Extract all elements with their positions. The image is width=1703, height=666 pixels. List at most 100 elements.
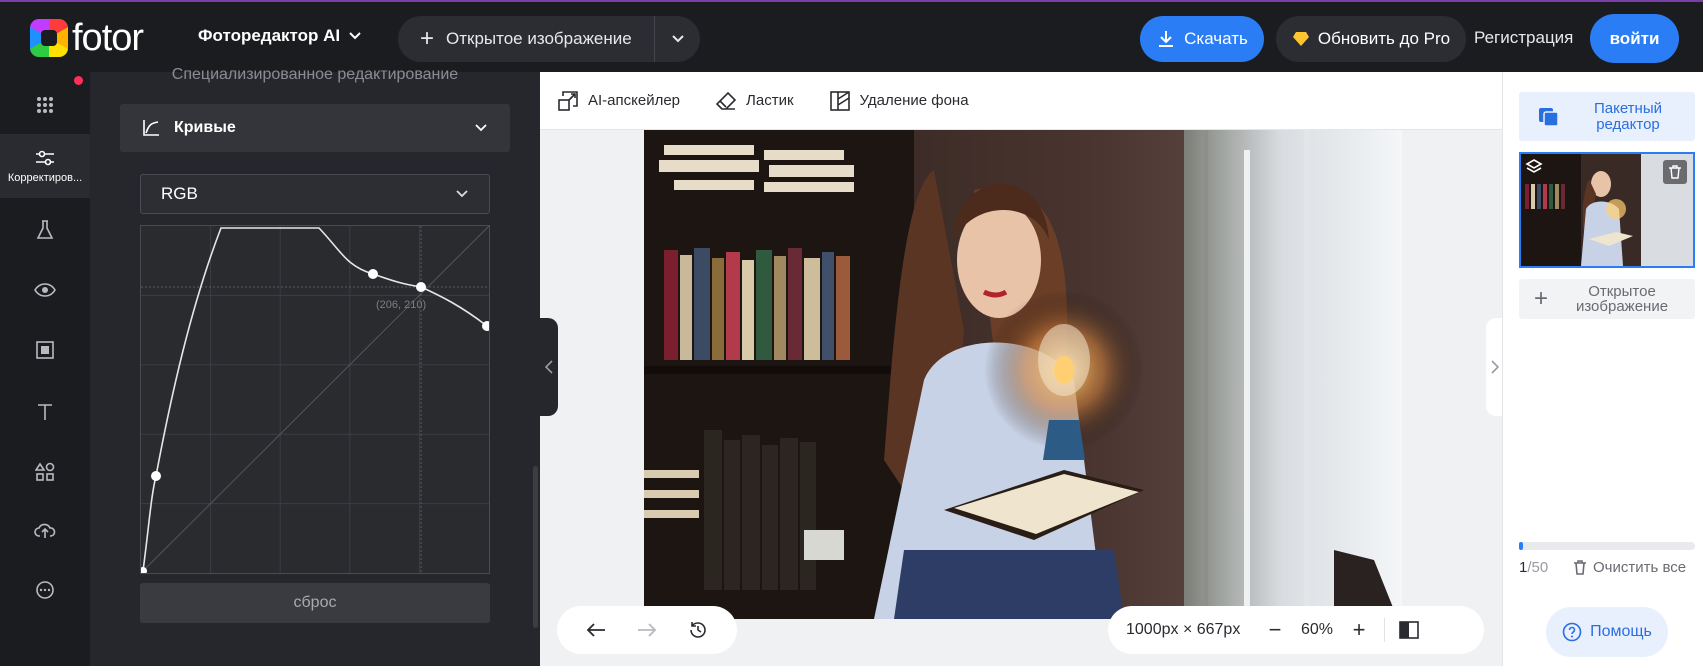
register-link[interactable]: Регистрация — [1474, 28, 1573, 48]
layers-icon — [1525, 159, 1543, 173]
batch-editor-button[interactable]: Пакетный редактор — [1519, 92, 1695, 141]
bg-remove-icon — [829, 90, 850, 111]
plus-icon: + — [1533, 285, 1548, 312]
bg-remove-tool[interactable]: Удаление фона — [829, 90, 969, 111]
image-count: 1/50 — [1519, 559, 1548, 576]
chevron-right-icon — [1491, 360, 1499, 374]
diamond-icon — [1292, 32, 1309, 46]
delete-thumbnail-button[interactable] — [1663, 160, 1687, 184]
flask-effects-icon — [36, 220, 54, 239]
download-button[interactable]: Скачать — [1140, 16, 1264, 62]
zoom-level[interactable]: 60% — [1286, 621, 1348, 639]
clear-all-label: Очистить все — [1593, 559, 1687, 576]
reset-button[interactable]: сброс — [140, 583, 490, 623]
open-image-dropdown[interactable] — [654, 16, 700, 62]
elements-icon — [35, 462, 55, 481]
top-bar: fotor Фоторедактор AI + Открытое изображ… — [0, 0, 1703, 72]
trash-icon — [1574, 560, 1586, 575]
image-count-total: /50 — [1527, 559, 1549, 576]
login-label: войти — [1609, 28, 1660, 48]
image-thumbnail[interactable] — [1519, 152, 1695, 268]
left-nav: Корректиров... — [0, 72, 90, 666]
panel-subtitle: Специализированное редактирование — [171, 66, 459, 83]
nav-beauty[interactable] — [0, 262, 90, 318]
redo-icon[interactable] — [637, 622, 657, 638]
add-image-button[interactable]: + Открытое изображение — [1519, 279, 1695, 319]
clear-all-button[interactable]: Очистить все — [1573, 559, 1686, 576]
open-image-label: Открытое изображение — [446, 29, 632, 48]
progress-fill — [1519, 542, 1523, 550]
more-icon — [36, 581, 54, 599]
curve-point[interactable] — [416, 282, 426, 292]
logo-text: fotor — [72, 17, 144, 59]
nav-upload[interactable] — [0, 502, 90, 558]
help-label: Помощь — [1590, 623, 1652, 640]
compare-icon[interactable] — [1399, 621, 1419, 639]
nav-elements[interactable] — [0, 444, 90, 500]
canvas-toolbar: AI-апскейлер Ластик Удаление фона — [540, 72, 1502, 130]
curves-graph-svg: (206, 210) — [139, 225, 492, 575]
frame-icon — [36, 341, 54, 359]
adjust-panel: Специализированное редактирование Кривые… — [90, 66, 540, 666]
chevron-down-icon — [671, 35, 684, 43]
history-icon[interactable] — [688, 620, 708, 640]
batch-layers-icon — [1539, 107, 1559, 127]
zoom-controls: 1000px × 667px − 60% + — [1108, 606, 1484, 654]
eraser-icon — [716, 91, 737, 110]
channel-select[interactable]: RGB — [140, 174, 490, 214]
image-count-progress — [1519, 542, 1695, 550]
undo-icon[interactable] — [586, 622, 606, 638]
curves-section-header[interactable]: Кривые — [120, 104, 510, 152]
nav-effects[interactable] — [0, 202, 90, 258]
plus-icon: + — [420, 25, 435, 52]
ai-upscaler-label: AI-апскейлер — [588, 92, 681, 109]
edited-photo[interactable] — [644, 130, 1402, 619]
zoom-in-button[interactable]: + — [1348, 617, 1370, 643]
chevron-down-icon — [475, 124, 487, 132]
nav-apps[interactable] — [0, 80, 90, 130]
upgrade-pro-button[interactable]: Обновить до Pro — [1276, 16, 1466, 62]
add-image-label: Открытое изображение — [1575, 283, 1669, 315]
nav-frames[interactable] — [0, 322, 90, 378]
nav-adjust-label: Корректиров... — [7, 172, 83, 184]
right-sidebar: Пакетный редактор + Открытое изображение… — [1502, 72, 1703, 666]
curve-point[interactable] — [368, 269, 378, 279]
editor-menu[interactable]: Фоторедактор AI — [198, 26, 362, 46]
collapse-panel-button[interactable] — [540, 318, 558, 416]
upscale-icon — [558, 90, 578, 111]
panel-scrollbar[interactable] — [533, 466, 538, 628]
chevron-down-icon — [456, 190, 468, 198]
nav-text[interactable] — [0, 384, 90, 440]
ai-upscaler-tool[interactable]: AI-апскейлер — [558, 90, 681, 111]
upgrade-pro-label: Обновить до Pro — [1317, 29, 1451, 48]
editor-menu-label: Фоторедактор AI — [198, 26, 341, 45]
eraser-label: Ластик — [746, 92, 794, 109]
eye-beauty-icon — [34, 283, 56, 297]
image-dimensions: 1000px × 667px — [1126, 621, 1241, 638]
curves-title: Кривые — [174, 119, 236, 136]
channel-select-value: RGB — [161, 184, 198, 203]
curves-graph[interactable]: (206, 210) — [139, 225, 492, 575]
eraser-tool[interactable]: Ластик — [716, 91, 794, 111]
chevron-down-icon — [349, 32, 361, 40]
help-button[interactable]: Помощь — [1546, 607, 1668, 657]
fotor-logo[interactable]: fotor — [30, 17, 144, 59]
zoom-out-button[interactable]: − — [1264, 617, 1286, 643]
open-image-group: + Открытое изображение — [398, 16, 700, 62]
divider — [1384, 618, 1385, 642]
open-image-button[interactable]: + Открытое изображение — [398, 16, 654, 62]
fotor-logo-icon — [30, 19, 68, 57]
chevron-left-icon — [545, 360, 553, 374]
text-icon — [38, 404, 52, 420]
nav-more[interactable] — [0, 562, 90, 618]
history-controls — [557, 606, 737, 654]
download-icon — [1159, 31, 1174, 47]
reset-label: сброс — [293, 594, 337, 611]
nav-adjust[interactable]: Корректиров... — [0, 134, 90, 198]
download-label: Скачать — [1184, 29, 1248, 48]
curve-point[interactable] — [151, 471, 161, 481]
bg-remove-label: Удаление фона — [859, 92, 969, 109]
adjust-sliders-icon — [36, 150, 54, 166]
login-button[interactable]: войти — [1590, 14, 1679, 63]
apps-grid-icon — [37, 97, 53, 113]
